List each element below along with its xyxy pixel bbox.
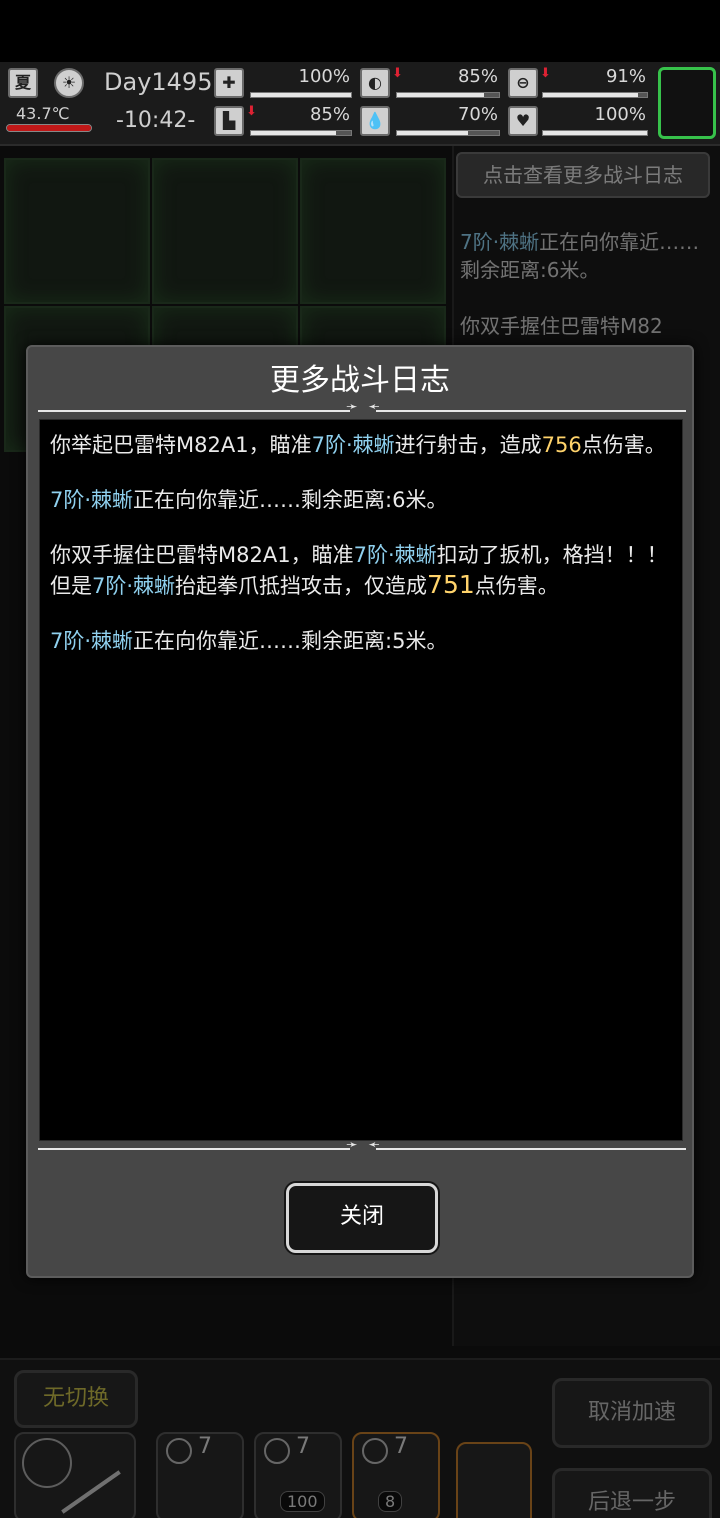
- enemy-name: 7阶·棘蜥: [50, 488, 134, 512]
- health-value: 100%: [298, 66, 350, 87]
- clock-label: -10:42-: [116, 108, 196, 133]
- enemy-name: 7阶·棘蜥: [353, 543, 437, 567]
- log-entry: 你举起巴雷特M82A1，瞄准7阶·棘蜥进行射击，造成756点伤害。: [50, 430, 680, 460]
- battle-log-dialog: 更多战斗日志 ➛ ➛ 你举起巴雷特M82A1，瞄准7阶·棘蜥进行射击，造成756…: [26, 345, 694, 1278]
- damage-value: 756: [541, 433, 582, 457]
- log-entry: 7阶·棘蜥正在向你靠近……剩余距离:6米。: [50, 485, 680, 515]
- thirst-value: 70%: [457, 104, 498, 125]
- status-bar: 夏 ☀ 43.7℃ Day1495 -10:42- ✚ 100% ◐ ⬇ 85%…: [0, 62, 720, 146]
- log-text: 正在向你靠近……剩余距离:5米。: [133, 629, 448, 653]
- quick-slot[interactable]: [658, 67, 716, 139]
- medkit-icon: ✚: [214, 68, 244, 98]
- log-text: 进行射击，造成: [394, 433, 542, 457]
- sun-icon: ☀: [54, 68, 84, 98]
- ornament-divider: ➛ ➛: [38, 1137, 686, 1155]
- log-entry: 你双手握住巴雷特M82A1，瞄准7阶·棘蜥扣动了扳机，格挡！！！但是7阶·棘蜥抬…: [50, 540, 680, 601]
- stamina-meter: 85%: [250, 104, 352, 136]
- damage-value: 751: [427, 570, 475, 599]
- ornament-divider: ➛ ➛: [38, 399, 686, 417]
- enemy-name: 7阶·棘蜥: [50, 629, 134, 653]
- log-text: 你双手握住巴雷特M82A1，瞄准: [50, 543, 354, 567]
- close-button[interactable]: 关闭: [286, 1183, 438, 1253]
- season-icon: 夏: [8, 68, 38, 98]
- breath-value: 91%: [605, 66, 646, 87]
- log-text: 点伤害。: [474, 574, 559, 598]
- enemy-name: 7阶·棘蜥: [311, 433, 395, 457]
- thirst-meter: 70%: [396, 104, 500, 136]
- dialog-log-body[interactable]: 你举起巴雷特M82A1，瞄准7阶·棘蜥进行射击，造成756点伤害。 7阶·棘蜥正…: [39, 419, 683, 1141]
- log-text: 点伤害。: [581, 433, 666, 457]
- breath-meter: 91%: [542, 66, 648, 98]
- lung-icon: ⊖: [508, 68, 538, 98]
- log-entry: 7阶·棘蜥正在向你靠近……剩余距离:5米。: [50, 626, 680, 656]
- log-text: 正在向你靠近……剩余距离:6米。: [133, 488, 448, 512]
- temperature-bar: [6, 124, 92, 132]
- stamina-value: 85%: [309, 104, 350, 125]
- dialog-title: 更多战斗日志: [270, 363, 450, 398]
- hunger-value: 85%: [457, 66, 498, 87]
- season-label: 夏: [14, 73, 31, 92]
- health-meter: 100%: [250, 66, 352, 98]
- enemy-name: 7阶·棘蜥: [92, 574, 176, 598]
- day-label: Day1495: [104, 68, 213, 96]
- mood-meter: 100%: [542, 104, 648, 136]
- hunger-meter: 85%: [396, 66, 500, 98]
- water-drop-icon: 💧: [360, 106, 390, 136]
- log-text: 你举起巴雷特M82A1，瞄准: [50, 433, 312, 457]
- temperature-label: 43.7℃: [16, 104, 70, 123]
- log-text: 抬起拳爪抵挡攻击，仅造成: [175, 574, 428, 598]
- boot-icon: ▙: [214, 106, 244, 136]
- stomach-icon: ◐: [360, 68, 390, 98]
- mood-value: 100%: [594, 104, 646, 125]
- heart-icon: ♥: [508, 106, 538, 136]
